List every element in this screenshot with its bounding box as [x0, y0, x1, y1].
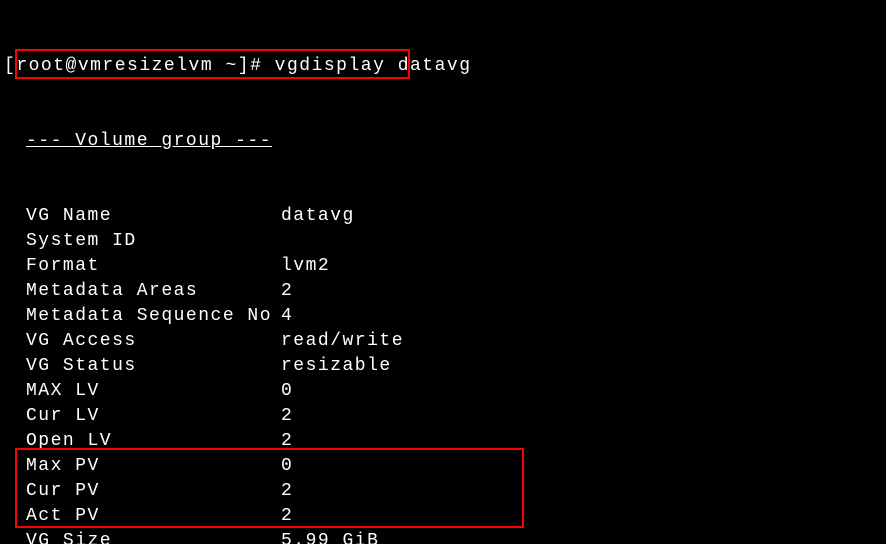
- row-label: VG Status: [26, 354, 281, 379]
- row-label: VG Size: [26, 529, 281, 544]
- prompt-hash: #: [250, 56, 275, 76]
- row-value: 0: [281, 454, 293, 479]
- output-row: Max PV0: [2, 454, 884, 479]
- row-label: MAX LV: [26, 379, 281, 404]
- row-label: Metadata Areas: [26, 279, 281, 304]
- output-row: Act PV2: [2, 504, 884, 529]
- prompt-bracket-open: [: [4, 56, 16, 76]
- row-label: Metadata Sequence No: [26, 304, 281, 329]
- row-label: Format: [26, 254, 281, 279]
- row-label: Cur LV: [26, 404, 281, 429]
- output-row: Cur PV2: [2, 479, 884, 504]
- row-label: Max PV: [26, 454, 281, 479]
- output-row: Open LV2: [2, 429, 884, 454]
- output-row: System ID: [2, 229, 884, 254]
- output-row: Cur LV2: [2, 404, 884, 429]
- terminal-output: [root@vmresizelvm ~]# vgdisplay datavg -…: [0, 0, 886, 544]
- output-row: MAX LV0: [2, 379, 884, 404]
- output-row: VG Size5.99 GiB: [2, 529, 884, 544]
- row-value: 2: [281, 404, 293, 429]
- row-value: 2: [281, 479, 293, 504]
- command-text: vgdisplay datavg: [275, 56, 472, 76]
- output-row: VG Accessread/write: [2, 329, 884, 354]
- row-value: 0: [281, 379, 293, 404]
- row-label: Cur PV: [26, 479, 281, 504]
- row-value: 2: [281, 429, 293, 454]
- row-label: VG Access: [26, 329, 281, 354]
- row-value: resizable: [281, 354, 392, 379]
- output-row: VG Statusresizable: [2, 354, 884, 379]
- output-row: Metadata Sequence No4: [2, 304, 884, 329]
- row-label: Act PV: [26, 504, 281, 529]
- prompt-cwd: ~: [213, 56, 238, 76]
- row-label: System ID: [26, 229, 281, 254]
- section-header: --- Volume group ---: [2, 129, 884, 154]
- row-label: VG Name: [26, 204, 281, 229]
- row-value: read/write: [281, 329, 404, 354]
- prompt-user-host: root@vmresizelvm: [16, 56, 213, 76]
- row-value: lvm2: [281, 254, 330, 279]
- output-row: VG Namedatavg: [2, 204, 884, 229]
- row-value: 4: [281, 304, 293, 329]
- command-line[interactable]: [root@vmresizelvm ~]# vgdisplay datavg: [2, 54, 884, 79]
- output-row: Formatlvm2: [2, 254, 884, 279]
- prompt-bracket-close: ]: [238, 56, 250, 76]
- row-value: 2: [281, 504, 293, 529]
- row-value: 5.99 GiB: [281, 529, 379, 544]
- row-label: Open LV: [26, 429, 281, 454]
- row-value: datavg: [281, 204, 355, 229]
- row-value: 2: [281, 279, 293, 304]
- output-row: Metadata Areas2: [2, 279, 884, 304]
- output-rows: VG NamedatavgSystem IDFormatlvm2Metadata…: [2, 204, 884, 544]
